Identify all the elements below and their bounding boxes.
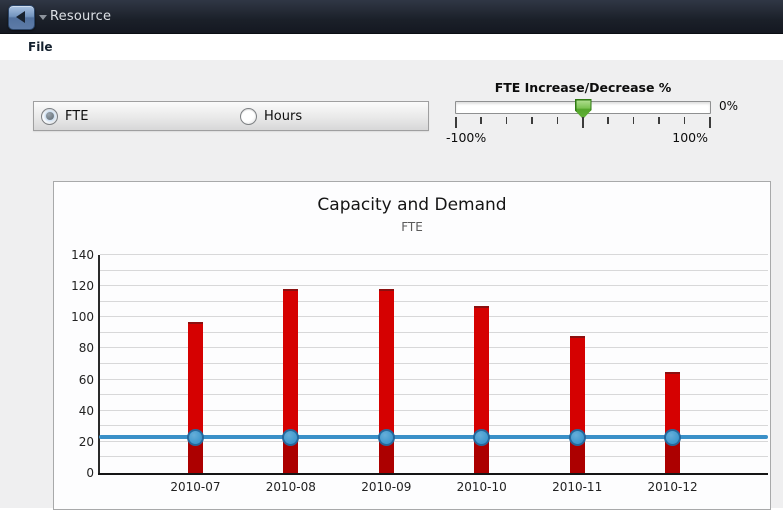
gridline [100, 254, 768, 255]
fte-adjust-slider-group: FTE Increase/Decrease % 0% -100% 100% [445, 75, 745, 155]
slider-range-labels: -100% 100% [446, 130, 708, 145]
capacity-line-marker [664, 429, 681, 446]
slider-tick-mark [455, 117, 457, 128]
slider-tick-mark [557, 117, 559, 124]
y-axis-tick-label: 140 [52, 248, 94, 262]
slider-thumb[interactable] [575, 99, 592, 119]
gridline [100, 285, 768, 286]
gridline [100, 316, 768, 317]
x-axis-tick-label: 2010-07 [150, 480, 240, 494]
capacity-line-marker [378, 429, 395, 446]
radio-option-label: Hours [264, 109, 302, 124]
demand-bar [570, 336, 585, 473]
content-area: FTE Hours FTE Increase/Decrease % 0% -10… [0, 60, 783, 508]
radio-option-fte[interactable]: FTE [41, 102, 88, 130]
x-axis-tick-label: 2010-10 [437, 480, 527, 494]
unit-toggle-group: FTE Hours [33, 101, 429, 131]
demand-bar [474, 306, 489, 473]
x-axis-line [98, 473, 768, 475]
y-axis-tick-label: 100 [52, 310, 94, 324]
slider-tick-mark [684, 117, 686, 124]
slider-tick-mark [709, 117, 711, 128]
radio-option-label: FTE [65, 109, 88, 124]
demand-bar [665, 372, 680, 473]
slider-min-label: -100% [446, 130, 486, 145]
window-title: Resource [50, 9, 111, 24]
gridline [100, 270, 768, 271]
radio-button-icon [41, 108, 58, 125]
slider-tick-mark [480, 117, 482, 124]
slider-track[interactable] [455, 101, 711, 114]
y-axis-tick-label: 0 [52, 466, 94, 480]
radio-button-icon [240, 108, 257, 125]
title-bar: Resource [0, 0, 783, 34]
x-axis-tick-label: 2010-12 [628, 480, 718, 494]
app-window: Resource File FTE Hours FTE Increase/Dec… [0, 0, 783, 521]
x-axis-tick-label: 2010-11 [532, 480, 622, 494]
y-axis-tick-label: 80 [52, 341, 94, 355]
chart-subtitle: FTE [54, 220, 770, 234]
capacity-line-marker [187, 429, 204, 446]
y-axis-tick-label: 60 [52, 373, 94, 387]
menu-file[interactable]: File [28, 34, 53, 60]
slider-max-label: 100% [672, 130, 708, 145]
x-axis-tick-label: 2010-09 [341, 480, 431, 494]
plot-area: 0204060801001201402010-072010-082010-092… [100, 255, 768, 473]
dropdown-caret-icon[interactable] [39, 15, 47, 20]
slider-tick-mark [607, 117, 609, 124]
slider-label: FTE Increase/Decrease % [445, 80, 721, 95]
slider-tick-mark [531, 117, 533, 124]
capacity-line-marker [473, 429, 490, 446]
y-axis-tick-label: 120 [52, 279, 94, 293]
menu-bar: File [0, 34, 783, 60]
slider-tick-mark [506, 117, 508, 124]
slider-tick-mark [633, 117, 635, 124]
chart-panel: Capacity and Demand FTE 0204060801001201… [53, 181, 771, 510]
radio-option-hours[interactable]: Hours [240, 102, 302, 130]
slider-tick-mark [582, 117, 584, 128]
slider-value: 0% [719, 99, 738, 113]
y-axis-tick-label: 20 [52, 435, 94, 449]
capacity-line-marker [282, 429, 299, 446]
demand-bar [188, 322, 203, 473]
capacity-line-marker [569, 429, 586, 446]
slider-tick-mark [658, 117, 660, 124]
x-axis-tick-label: 2010-08 [246, 480, 336, 494]
slider-ticks [455, 117, 709, 129]
chart-title: Capacity and Demand [54, 195, 770, 215]
back-button[interactable] [8, 5, 35, 30]
y-axis-tick-label: 40 [52, 404, 94, 418]
back-arrow-icon [16, 11, 25, 23]
gridline [100, 301, 768, 302]
